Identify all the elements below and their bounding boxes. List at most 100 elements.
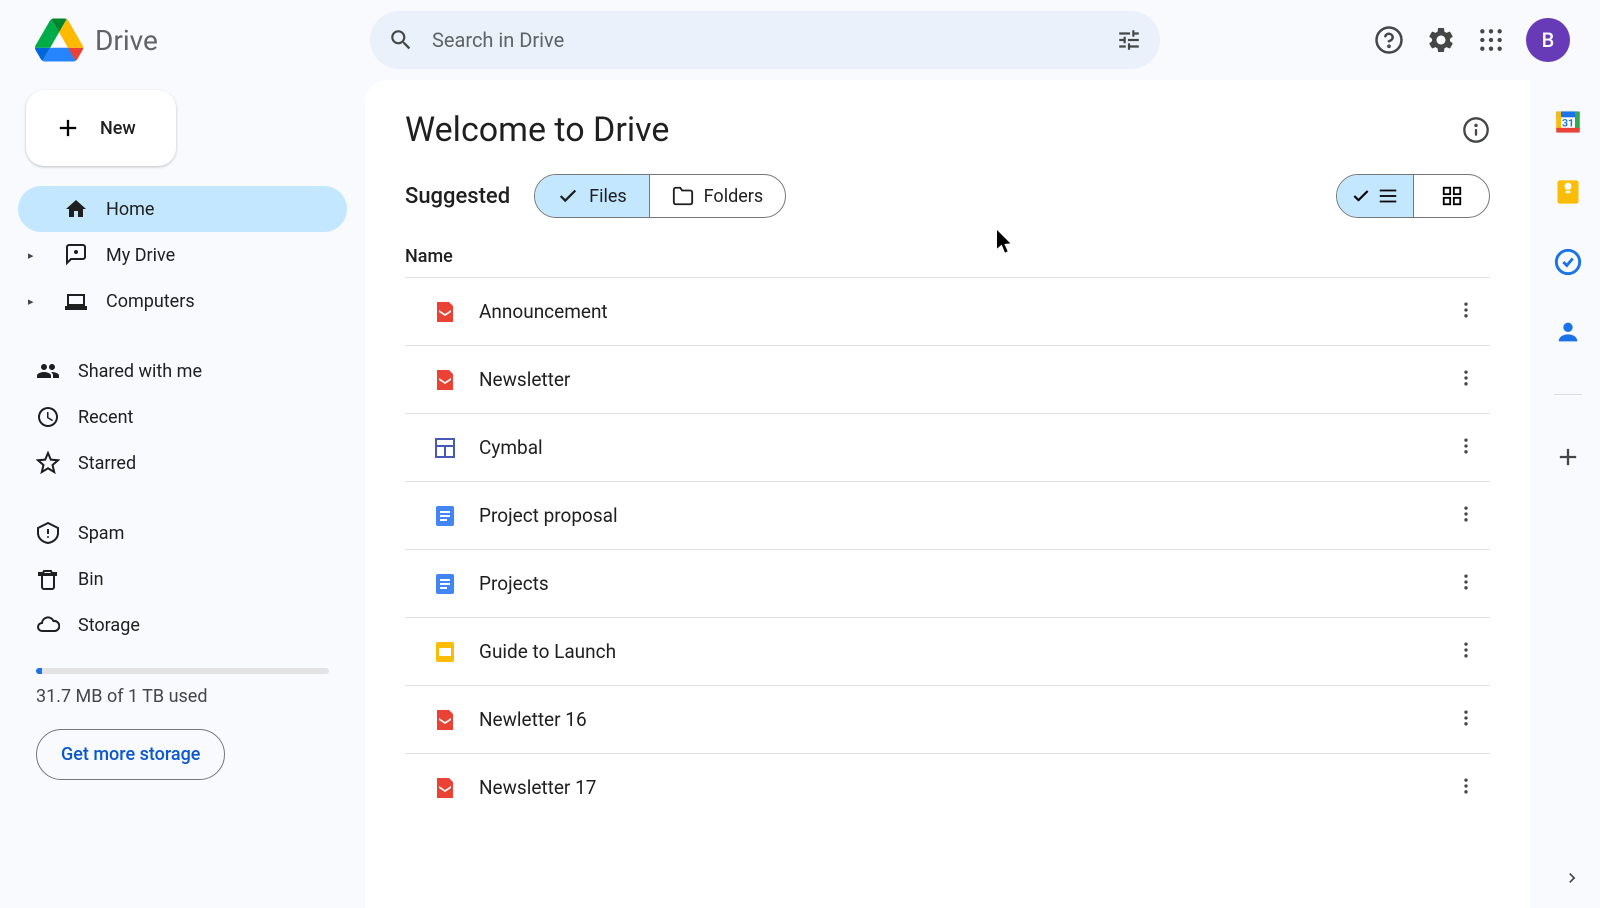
more-options-button[interactable] [1448, 632, 1484, 672]
home-icon [64, 197, 88, 221]
expand-caret-icon[interactable]: ▸ [28, 249, 46, 262]
file-row[interactable]: Newsletter 17 [405, 753, 1490, 821]
contacts-icon[interactable] [1554, 318, 1582, 346]
add-panel-icon[interactable] [1554, 443, 1582, 471]
chip-files[interactable]: Files [535, 175, 649, 217]
grid-icon [1441, 185, 1463, 207]
sidebar-item-storage[interactable]: Storage [18, 602, 347, 648]
file-row[interactable]: Projects [405, 549, 1490, 617]
sites-file-icon [433, 436, 457, 460]
file-name: Newsletter 17 [479, 776, 1426, 799]
get-storage-button[interactable]: Get more storage [36, 729, 225, 780]
sidebar-item-spam[interactable]: Spam [18, 510, 347, 556]
spam-icon [36, 521, 60, 545]
file-name: Cymbal [479, 436, 1426, 459]
calendar-icon[interactable]: 31 [1554, 108, 1582, 136]
sidebar: New Home ▸ My Drive ▸ Computers [0, 80, 365, 908]
gmail-file-icon [433, 368, 457, 392]
sidebar-item-my-drive[interactable]: ▸ My Drive [18, 232, 347, 278]
file-name: Announcement [479, 300, 1426, 323]
view-list-button[interactable] [1337, 175, 1413, 217]
more-options-button[interactable] [1448, 496, 1484, 536]
view-toggle [1336, 174, 1490, 218]
gmail-file-icon [433, 708, 457, 732]
new-button-label: New [100, 118, 136, 139]
nav-section-secondary: Shared with me Recent Starred [18, 348, 347, 486]
search-icon [388, 27, 414, 53]
sidebar-item-computers[interactable]: ▸ Computers [18, 278, 347, 324]
avatar[interactable]: B [1526, 18, 1570, 62]
avatar-initial: B [1542, 28, 1555, 52]
docs-file-icon [433, 572, 457, 596]
mydrive-icon [64, 243, 88, 267]
sidebar-item-label: Spam [78, 523, 124, 544]
check-icon [1351, 186, 1371, 206]
sidebar-item-label: My Drive [106, 245, 175, 266]
more-options-button[interactable] [1448, 564, 1484, 604]
more-options-button[interactable] [1448, 428, 1484, 468]
sidebar-item-recent[interactable]: Recent [18, 394, 347, 440]
nav-section-tertiary: Spam Bin Storage [18, 510, 347, 648]
info-icon[interactable] [1462, 116, 1490, 144]
file-row[interactable]: Guide to Launch [405, 617, 1490, 685]
page-title: Welcome to Drive [405, 110, 669, 150]
file-row[interactable]: Project proposal [405, 481, 1490, 549]
settings-icon[interactable] [1426, 25, 1456, 55]
apps-icon[interactable] [1478, 27, 1504, 53]
help-icon[interactable] [1374, 25, 1404, 55]
toolbar: Suggested Files Folders [365, 150, 1530, 236]
file-name: Newletter 16 [479, 708, 1426, 731]
file-row[interactable]: Announcement [405, 277, 1490, 345]
sidebar-item-label: Starred [78, 453, 136, 474]
sidebar-item-bin[interactable]: Bin [18, 556, 347, 602]
view-grid-button[interactable] [1413, 175, 1489, 217]
more-options-button[interactable] [1448, 292, 1484, 332]
file-name: Project proposal [479, 504, 1426, 527]
sidebar-item-starred[interactable]: Starred [18, 440, 347, 486]
tasks-icon[interactable] [1554, 248, 1582, 276]
suggested-chip-group: Files Folders [534, 174, 786, 218]
file-row[interactable]: Cymbal [405, 413, 1490, 481]
storage-text: 31.7 MB of 1 TB used [36, 686, 329, 707]
panel-expand-icon[interactable] [1562, 868, 1582, 888]
plus-icon [54, 114, 82, 142]
search-input[interactable] [432, 28, 1116, 52]
storage-bar [36, 668, 329, 674]
list-header-name: Name [365, 236, 1530, 277]
sidebar-item-label: Computers [106, 291, 195, 312]
sidebar-item-label: Home [106, 199, 154, 220]
suggested-label: Suggested [405, 184, 510, 209]
folder-icon [672, 185, 694, 207]
file-row[interactable]: Newletter 16 [405, 685, 1490, 753]
chip-folders[interactable]: Folders [649, 175, 786, 217]
docs-file-icon [433, 504, 457, 528]
more-options-button[interactable] [1448, 700, 1484, 740]
logo-area[interactable]: Drive [20, 16, 370, 64]
slides-file-icon [433, 640, 457, 664]
more-options-button[interactable] [1448, 360, 1484, 400]
search-bar[interactable] [370, 11, 1160, 69]
gmail-file-icon [433, 300, 457, 324]
sidebar-item-home[interactable]: Home [18, 186, 347, 232]
list-icon [1377, 185, 1399, 207]
keep-icon[interactable] [1554, 178, 1582, 206]
clock-icon [36, 405, 60, 429]
logo-text: Drive [95, 24, 158, 57]
storage-area: 31.7 MB of 1 TB used Get more storage [18, 668, 347, 780]
right-panel: 31 [1536, 80, 1600, 908]
new-button[interactable]: New [26, 90, 176, 166]
chip-files-label: Files [589, 186, 627, 207]
star-icon [36, 451, 60, 475]
trash-icon [36, 567, 60, 591]
file-list: Announcement Newsletter Cymbal Project p… [365, 277, 1530, 908]
people-icon [36, 359, 60, 383]
file-row[interactable]: Newsletter [405, 345, 1490, 413]
sidebar-item-shared-with-me[interactable]: Shared with me [18, 348, 347, 394]
check-icon [557, 185, 579, 207]
svg-text:31: 31 [1562, 117, 1574, 130]
expand-caret-icon[interactable]: ▸ [28, 295, 46, 308]
more-options-button[interactable] [1448, 768, 1484, 808]
header-right: B [1374, 18, 1580, 62]
tune-icon[interactable] [1116, 27, 1142, 53]
nav-section-primary: Home ▸ My Drive ▸ Computers [18, 186, 347, 324]
